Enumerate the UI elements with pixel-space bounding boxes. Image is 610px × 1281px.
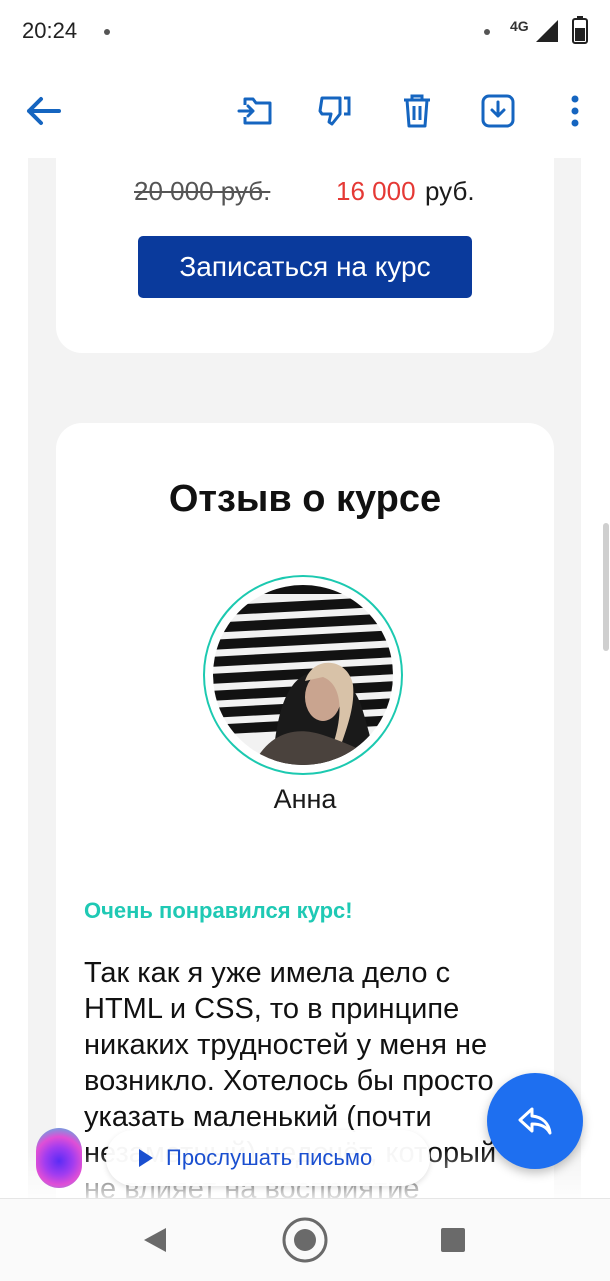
nav-recents-button[interactable] — [426, 1213, 480, 1267]
delete-button[interactable] — [392, 86, 442, 136]
more-vert-icon — [571, 95, 579, 127]
assistant-orb-icon[interactable] — [36, 1128, 82, 1188]
enroll-button[interactable]: Записаться на курс — [138, 236, 472, 298]
reviewer-avatar — [213, 585, 393, 765]
nav-recents-icon — [441, 1228, 465, 1252]
reviewer-name: Анна — [273, 784, 337, 814]
notification-dot-icon — [104, 29, 110, 35]
listen-email-button[interactable]: Прослушать письмо — [106, 1130, 430, 1186]
more-options-button[interactable] — [550, 86, 600, 136]
play-icon — [139, 1149, 153, 1167]
signal-icon — [536, 20, 558, 42]
not-interested-button[interactable] — [310, 86, 360, 136]
reply-button[interactable] — [487, 1073, 583, 1169]
notification-dot-icon — [484, 29, 490, 35]
battery-icon — [572, 16, 588, 44]
back-arrow-icon — [27, 97, 61, 125]
status-time: 20:24 — [22, 18, 78, 43]
review-heading: Очень понравился курс! — [84, 898, 353, 923]
nav-home-button[interactable] — [278, 1213, 332, 1267]
move-to-folder-icon — [237, 97, 272, 125]
review-title: Отзыв о курсе — [168, 478, 442, 520]
network-type-label: 4G — [510, 18, 529, 34]
nav-back-icon — [144, 1228, 166, 1252]
delete-icon — [404, 94, 430, 128]
download-icon — [481, 94, 515, 128]
mail-toolbar — [0, 64, 610, 158]
scrollbar[interactable] — [603, 523, 609, 651]
price-currency: руб. — [425, 176, 475, 206]
system-nav-bar — [0, 1198, 610, 1281]
discount-price: 16 000 — [336, 176, 416, 206]
nav-home-icon — [282, 1217, 328, 1263]
nav-back-button[interactable] — [128, 1213, 182, 1267]
status-bar: 20:24 4G — [0, 0, 610, 64]
thumbs-down-icon — [318, 96, 351, 126]
back-button[interactable] — [18, 86, 68, 136]
download-button[interactable] — [473, 86, 523, 136]
old-price: 20 000 руб. — [134, 176, 271, 206]
reply-icon — [518, 1107, 552, 1135]
listen-label: Прослушать письмо — [166, 1145, 373, 1170]
move-to-folder-button[interactable] — [230, 86, 280, 136]
